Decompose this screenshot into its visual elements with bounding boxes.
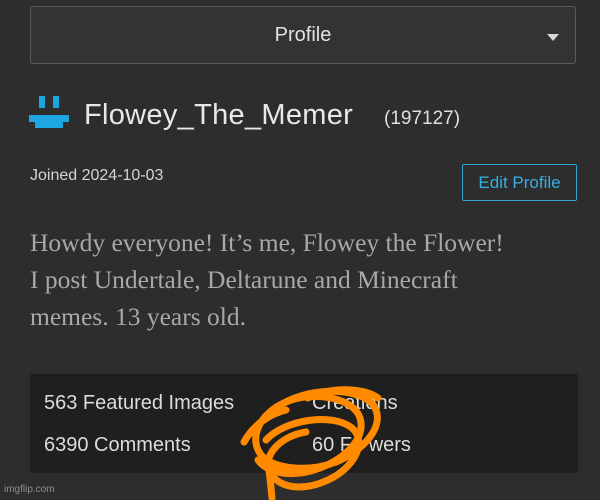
avatar — [29, 96, 69, 128]
edit-profile-button[interactable]: Edit Profile — [462, 164, 577, 201]
select-label: Profile — [274, 23, 332, 46]
avatar-eye-left — [39, 96, 45, 108]
bio-line: I post Undertale, Deltarune and Minecraf… — [30, 265, 458, 294]
bio-line: Howdy everyone! It’s me, Flowey the Flow… — [30, 228, 504, 257]
scribble-tail-down — [264, 460, 276, 500]
chevron-down-icon[interactable] — [547, 34, 559, 41]
orange-scribble-overlay — [240, 386, 382, 500]
profile-bio: Howdy everyone! It’s me, Flowey the Flow… — [30, 224, 590, 335]
username: Flowey_The_Memer — [84, 99, 354, 131]
avatar-mouth — [29, 115, 69, 128]
user-points: (197127) — [384, 108, 461, 129]
page-select-dropdown[interactable]: Profile — [30, 6, 576, 64]
imgflip-watermark: imgflip.com — [4, 484, 55, 495]
stat-featured-images[interactable]: 563 Featured Images — [44, 392, 234, 415]
bio-line: memes. 13 years old. — [30, 302, 246, 331]
joined-date: Joined 2024-10-03 — [30, 167, 164, 184]
stat-comments[interactable]: 6390 Comments — [44, 434, 191, 457]
avatar-eye-right — [53, 96, 59, 108]
